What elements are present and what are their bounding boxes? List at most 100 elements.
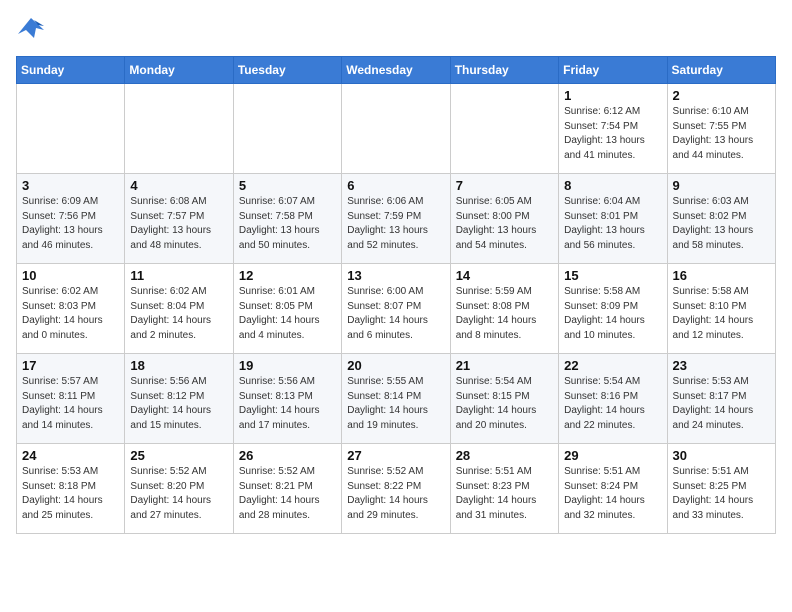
- calendar-cell: 10 Sunrise: 6:02 AM Sunset: 8:03 PM Dayli…: [17, 264, 125, 354]
- calendar-cell: 2 Sunrise: 6:10 AM Sunset: 7:55 PM Daylig…: [667, 84, 775, 174]
- day-info: Sunrise: 6:02 AM Sunset: 8:04 PM Dayligh…: [130, 285, 227, 343]
- day-number: 28: [456, 448, 553, 463]
- day-info: Sunrise: 6:05 AM Sunset: 8:00 PM Dayligh…: [456, 195, 553, 253]
- day-info: Sunrise: 5:52 AM Sunset: 8:20 PM Dayligh…: [130, 465, 227, 523]
- day-info: Sunrise: 5:58 AM Sunset: 8:09 PM Dayligh…: [564, 285, 661, 343]
- day-number: 24: [22, 448, 119, 463]
- day-info: Sunrise: 5:54 AM Sunset: 8:16 PM Dayligh…: [564, 375, 661, 433]
- calendar-cell: 14 Sunrise: 5:59 AM Sunset: 8:08 PM Dayli…: [450, 264, 558, 354]
- dow-header: Tuesday: [233, 57, 341, 84]
- calendar-cell: 25 Sunrise: 5:52 AM Sunset: 8:20 PM Dayli…: [125, 444, 233, 534]
- calendar-cell: 11 Sunrise: 6:02 AM Sunset: 8:04 PM Dayli…: [125, 264, 233, 354]
- calendar-cell: 22 Sunrise: 5:54 AM Sunset: 8:16 PM Dayli…: [559, 354, 667, 444]
- calendar-body: 1 Sunrise: 6:12 AM Sunset: 7:54 PM Daylig…: [17, 84, 776, 534]
- calendar-cell: 7Sunrise: 6:05 AM Sunset: 8:00 PM Daylig…: [450, 174, 558, 264]
- day-number: 4: [130, 178, 227, 193]
- calendar-cell: 9 Sunrise: 6:03 AM Sunset: 8:02 PM Daylig…: [667, 174, 775, 264]
- day-info: Sunrise: 5:59 AM Sunset: 8:08 PM Dayligh…: [456, 285, 553, 343]
- header: [16, 16, 776, 46]
- day-info: Sunrise: 5:52 AM Sunset: 8:22 PM Dayligh…: [347, 465, 444, 523]
- calendar-cell: 27 Sunrise: 5:52 AM Sunset: 8:22 PM Dayli…: [342, 444, 450, 534]
- day-number: 27: [347, 448, 444, 463]
- calendar-cell: [125, 84, 233, 174]
- day-info: Sunrise: 5:53 AM Sunset: 8:17 PM Dayligh…: [673, 375, 770, 433]
- day-number: 5: [239, 178, 336, 193]
- calendar-cell: 15 Sunrise: 5:58 AM Sunset: 8:09 PM Dayli…: [559, 264, 667, 354]
- dow-header: Thursday: [450, 57, 558, 84]
- day-number: 9: [673, 178, 770, 193]
- calendar-cell: 20 Sunrise: 5:55 AM Sunset: 8:14 PM Dayli…: [342, 354, 450, 444]
- dow-header: Monday: [125, 57, 233, 84]
- day-number: 3: [22, 178, 119, 193]
- day-info: Sunrise: 6:07 AM Sunset: 7:58 PM Dayligh…: [239, 195, 336, 253]
- day-info: Sunrise: 6:09 AM Sunset: 7:56 PM Dayligh…: [22, 195, 119, 253]
- day-info: Sunrise: 5:53 AM Sunset: 8:18 PM Dayligh…: [22, 465, 119, 523]
- calendar-cell: 16Sunrise: 5:58 AM Sunset: 8:10 PM Dayli…: [667, 264, 775, 354]
- day-number: 20: [347, 358, 444, 373]
- calendar-week-row: 3 Sunrise: 6:09 AM Sunset: 7:56 PM Daylig…: [17, 174, 776, 264]
- day-info: Sunrise: 5:57 AM Sunset: 8:11 PM Dayligh…: [22, 375, 119, 433]
- calendar-cell: 29 Sunrise: 5:51 AM Sunset: 8:24 PM Dayli…: [559, 444, 667, 534]
- calendar-cell: 5 Sunrise: 6:07 AM Sunset: 7:58 PM Daylig…: [233, 174, 341, 264]
- calendar-cell: [17, 84, 125, 174]
- calendar-cell: [450, 84, 558, 174]
- dow-header: Wednesday: [342, 57, 450, 84]
- logo-icon: [16, 16, 46, 46]
- calendar-cell: 28 Sunrise: 5:51 AM Sunset: 8:23 PM Dayli…: [450, 444, 558, 534]
- calendar-cell: 4 Sunrise: 6:08 AM Sunset: 7:57 PM Daylig…: [125, 174, 233, 264]
- dow-header: Saturday: [667, 57, 775, 84]
- calendar-cell: 30 Sunrise: 5:51 AM Sunset: 8:25 PM Dayli…: [667, 444, 775, 534]
- day-number: 23: [673, 358, 770, 373]
- calendar-table: SundayMondayTuesdayWednesdayThursdayFrid…: [16, 56, 776, 534]
- dow-header: Friday: [559, 57, 667, 84]
- day-info: Sunrise: 5:56 AM Sunset: 8:12 PM Dayligh…: [130, 375, 227, 433]
- day-number: 14: [456, 268, 553, 283]
- calendar-cell: 12Sunrise: 6:01 AM Sunset: 8:05 PM Dayli…: [233, 264, 341, 354]
- day-number: 30: [673, 448, 770, 463]
- day-info: Sunrise: 6:12 AM Sunset: 7:54 PM Dayligh…: [564, 105, 661, 163]
- day-number: 19: [239, 358, 336, 373]
- day-info: Sunrise: 6:03 AM Sunset: 8:02 PM Dayligh…: [673, 195, 770, 253]
- day-info: Sunrise: 6:08 AM Sunset: 7:57 PM Dayligh…: [130, 195, 227, 253]
- calendar-cell: 18 Sunrise: 5:56 AM Sunset: 8:12 PM Dayli…: [125, 354, 233, 444]
- day-info: Sunrise: 5:56 AM Sunset: 8:13 PM Dayligh…: [239, 375, 336, 433]
- day-number: 25: [130, 448, 227, 463]
- day-number: 15: [564, 268, 661, 283]
- day-info: Sunrise: 5:51 AM Sunset: 8:24 PM Dayligh…: [564, 465, 661, 523]
- calendar-cell: 1 Sunrise: 6:12 AM Sunset: 7:54 PM Daylig…: [559, 84, 667, 174]
- calendar-week-row: 1 Sunrise: 6:12 AM Sunset: 7:54 PM Daylig…: [17, 84, 776, 174]
- calendar-cell: [342, 84, 450, 174]
- day-number: 10: [22, 268, 119, 283]
- calendar-cell: 21 Sunrise: 5:54 AM Sunset: 8:15 PM Dayli…: [450, 354, 558, 444]
- day-number: 29: [564, 448, 661, 463]
- day-number: 12: [239, 268, 336, 283]
- day-info: Sunrise: 5:51 AM Sunset: 8:23 PM Dayligh…: [456, 465, 553, 523]
- day-number: 18: [130, 358, 227, 373]
- day-info: Sunrise: 6:02 AM Sunset: 8:03 PM Dayligh…: [22, 285, 119, 343]
- logo: [16, 16, 50, 46]
- calendar-cell: 26Sunrise: 5:52 AM Sunset: 8:21 PM Dayli…: [233, 444, 341, 534]
- day-number: 22: [564, 358, 661, 373]
- day-number: 6: [347, 178, 444, 193]
- day-info: Sunrise: 6:10 AM Sunset: 7:55 PM Dayligh…: [673, 105, 770, 163]
- dow-header: Sunday: [17, 57, 125, 84]
- day-info: Sunrise: 5:58 AM Sunset: 8:10 PM Dayligh…: [673, 285, 770, 343]
- calendar-cell: [233, 84, 341, 174]
- day-number: 13: [347, 268, 444, 283]
- calendar-cell: 3 Sunrise: 6:09 AM Sunset: 7:56 PM Daylig…: [17, 174, 125, 264]
- calendar-week-row: 17 Sunrise: 5:57 AM Sunset: 8:11 PM Dayli…: [17, 354, 776, 444]
- day-info: Sunrise: 6:00 AM Sunset: 8:07 PM Dayligh…: [347, 285, 444, 343]
- day-number: 11: [130, 268, 227, 283]
- day-number: 17: [22, 358, 119, 373]
- day-info: Sunrise: 6:04 AM Sunset: 8:01 PM Dayligh…: [564, 195, 661, 253]
- day-number: 26: [239, 448, 336, 463]
- day-number: 21: [456, 358, 553, 373]
- day-info: Sunrise: 5:51 AM Sunset: 8:25 PM Dayligh…: [673, 465, 770, 523]
- day-number: 2: [673, 88, 770, 103]
- day-info: Sunrise: 5:54 AM Sunset: 8:15 PM Dayligh…: [456, 375, 553, 433]
- calendar-cell: 24 Sunrise: 5:53 AM Sunset: 8:18 PM Dayli…: [17, 444, 125, 534]
- calendar-cell: 8Sunrise: 6:04 AM Sunset: 8:01 PM Daylig…: [559, 174, 667, 264]
- calendar-cell: 6Sunrise: 6:06 AM Sunset: 7:59 PM Daylig…: [342, 174, 450, 264]
- day-info: Sunrise: 5:55 AM Sunset: 8:14 PM Dayligh…: [347, 375, 444, 433]
- day-number: 1: [564, 88, 661, 103]
